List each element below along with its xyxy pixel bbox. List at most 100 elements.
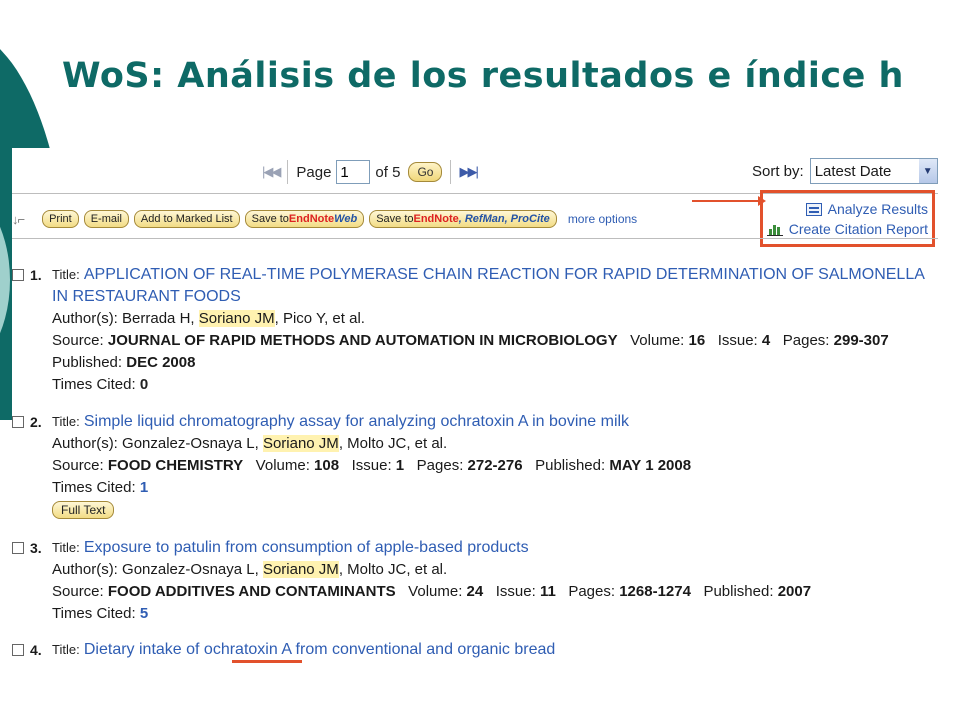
page-label: Page [296,163,332,181]
save-prefix: Save to [251,213,289,225]
check-all-icon[interactable]: ↓⌐ [12,212,25,227]
list-icon [805,202,822,216]
authors-pre: Gonzalez-Osnaya L, [122,561,263,578]
pagination: |◀◀ Page of 5 Go ▶▶| [262,158,479,186]
record-checkbox[interactable] [12,644,24,656]
source-label: Source: [52,332,104,349]
volume-value: 24 [466,583,484,600]
endnote-brand: EndNote [413,213,459,225]
record-title-link[interactable]: Simple liquid chromatography assay for a… [84,413,629,430]
full-text-button[interactable]: Full Text [52,501,115,519]
slide-title: WoS: Análisis de los resultados e índice… [62,56,904,96]
pages-label: Pages: [568,583,616,600]
chevron-down-icon[interactable]: ▼ [918,159,937,183]
published-label: Published: [52,354,123,371]
divider [12,238,938,239]
authors-post: , Molto JC, et al. [338,435,448,452]
analyze-results-label: Analyze Results [827,201,928,217]
issue-value: 4 [761,332,771,349]
authors-post: , Molto JC, et al. [338,561,448,578]
authors-label: Author(s): [52,435,118,452]
sort-selected-value: Latest Date [814,162,892,180]
title-label: Title: [52,642,80,657]
authors-post: , Pico Y, et al. [274,310,365,327]
go-button[interactable]: Go [408,162,443,182]
pager-divider [450,160,452,184]
published-value: MAY 1 2008 [609,457,692,474]
published-label: Published: [535,457,606,474]
volume-label: Volume: [630,332,685,349]
print-button[interactable]: Print [42,210,79,228]
create-citation-report-link[interactable]: Create Citation Report [763,219,928,239]
times-cited-link[interactable]: 5 [140,605,148,622]
authors-pre: Gonzalez-Osnaya L, [122,435,263,452]
times-cited-label: Times Cited: [52,605,136,622]
result-record: 2. Title: Simple liquid chromatography a… [12,411,938,521]
source-label: Source: [52,583,104,600]
email-button[interactable]: E-mail [83,210,129,228]
pages-label: Pages: [416,457,464,474]
bar-chart-icon [766,223,783,236]
source-label: Source: [52,457,104,474]
pages-value: 299-307 [833,332,889,349]
pages-value: 272-276 [467,457,523,474]
times-cited-label: Times Cited: [52,376,136,393]
first-prev-icon[interactable]: |◀◀ [262,164,281,180]
record-checkbox[interactable] [12,542,24,554]
issue-label: Issue: [495,583,536,600]
result-record: 3. Title: Exposure to patulin from consu… [12,537,938,625]
next-last-icon[interactable]: ▶▶| [459,164,478,180]
authors-pre: Berrada H, [122,310,199,327]
volume-label: Volume: [255,457,310,474]
refman-procite-brand: , RefMan, ProCite [458,213,550,225]
published-label: Published: [703,583,774,600]
pages-value: 1268-1274 [619,583,691,600]
volume-value: 16 [688,332,706,349]
pager-divider [287,160,289,184]
highlighted-author: Soriano JM [262,435,339,452]
sort-label: Sort by: [752,162,804,180]
times-cited-label: Times Cited: [52,479,136,496]
highlighted-author: Soriano JM [262,561,339,578]
record-title-link[interactable]: Dietary intake of ochratoxin A from conv… [84,641,555,658]
analyze-results-link[interactable]: Analyze Results [763,199,928,219]
authors-label: Author(s): [52,310,118,327]
volume-label: Volume: [408,583,463,600]
web-brand: Web [334,213,358,225]
issue-label: Issue: [717,332,758,349]
record-title-link[interactable]: APPLICATION OF REAL-TIME POLYMERASE CHAI… [52,266,924,305]
sort-control: Sort by: Latest Date ▼ [752,158,938,184]
citation-report-label: Create Citation Report [788,221,928,237]
endnote-brand: EndNote [288,213,335,225]
source-value: FOOD ADDITIVES AND CONTAMINANTS [107,583,396,600]
issue-label: Issue: [351,457,392,474]
page-count: of 5 [375,163,401,181]
sort-select[interactable]: Latest Date ▼ [809,158,938,184]
issue-value: 11 [539,583,556,600]
record-checkbox[interactable] [12,269,24,281]
result-record: 4. Title: Dietary intake of ochratoxin A… [12,639,938,661]
page-number-input[interactable] [336,160,371,184]
results-toolbar: ↓⌐ Print E-mail Add to Marked List Save … [12,207,637,231]
add-to-marked-list-button[interactable]: Add to Marked List [133,210,240,228]
record-number: 3. [12,537,42,559]
published-value: 2007 [777,583,812,600]
highlighted-author: Soriano JM [198,310,275,327]
save-to-endnote-web-button[interactable]: Save to EndNote Web [244,210,365,228]
record-title-link[interactable]: Exposure to patulin from consumption of … [84,539,529,556]
title-label: Title: [52,540,80,555]
times-cited-link[interactable]: 1 [140,479,148,496]
result-record: 1. Title: APPLICATION OF REAL-TIME POLYM… [12,264,938,396]
title-label: Title: [52,267,80,282]
title-label: Title: [52,414,80,429]
save-prefix: Save to [376,213,414,225]
record-number: 1. [12,264,42,286]
record-checkbox[interactable] [12,416,24,428]
annotation-underline [232,660,302,663]
volume-value: 108 [314,457,340,474]
pages-label: Pages: [782,332,830,349]
more-options-link[interactable]: more options [568,212,637,226]
authors-label: Author(s): [52,561,118,578]
record-number: 2. [12,411,42,433]
save-to-endnote-refman-procite-button[interactable]: Save to EndNote , RefMan, ProCite [369,210,557,228]
